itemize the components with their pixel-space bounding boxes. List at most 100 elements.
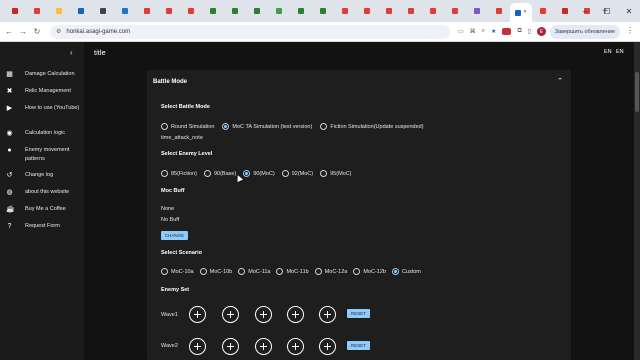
update-button[interactable]: Завершить обновление bbox=[549, 25, 620, 39]
cast-icon[interactable]: ▭ bbox=[458, 28, 464, 35]
browser-tab[interactable] bbox=[488, 3, 510, 19]
sidebar-item[interactable]: ↺ Change log bbox=[0, 172, 84, 180]
radio-button[interactable] bbox=[161, 170, 168, 177]
extensions-puzzle-icon[interactable]: ⧉ bbox=[517, 28, 521, 35]
radio-option[interactable]: MoC-12b bbox=[353, 268, 386, 275]
radio-button[interactable] bbox=[161, 268, 168, 275]
add-enemy-icon[interactable] bbox=[319, 338, 336, 355]
sidebar-item[interactable]: ◍ about this website bbox=[0, 189, 84, 197]
reset-wave-button[interactable]: RESET bbox=[347, 309, 370, 318]
sidebar-item[interactable]: ▦ Damage Calculation bbox=[0, 71, 84, 79]
radio-option[interactable]: MoC-10b bbox=[199, 268, 232, 275]
language-button-2[interactable]: EN bbox=[616, 49, 624, 55]
browser-tab[interactable] bbox=[202, 3, 224, 19]
add-enemy-icon[interactable] bbox=[222, 338, 239, 355]
radio-button[interactable] bbox=[320, 123, 328, 130]
add-enemy-icon[interactable] bbox=[287, 338, 304, 355]
browser-tab[interactable] bbox=[554, 3, 576, 19]
browser-tab[interactable] bbox=[532, 3, 554, 19]
radio-button[interactable] bbox=[276, 268, 284, 275]
radio-button[interactable] bbox=[243, 170, 251, 177]
browser-tab[interactable] bbox=[48, 3, 70, 19]
sidebar-item[interactable]: ? Request Form bbox=[0, 223, 84, 231]
browser-tab[interactable]: ✕ bbox=[510, 3, 532, 22]
radio-option[interactable]: MoC-11b bbox=[276, 268, 309, 275]
reset-wave-button[interactable]: RESET bbox=[347, 341, 370, 350]
radio-option[interactable]: Fiction Simulation(Update suspended) bbox=[320, 123, 424, 130]
sidebar-item[interactable]: ☕ Buy Me a Coffee bbox=[0, 206, 84, 214]
browser-tab[interactable] bbox=[356, 3, 378, 19]
radio-button[interactable] bbox=[203, 170, 211, 177]
maximize-icon[interactable]: ☐ bbox=[596, 7, 618, 16]
browser-tab[interactable] bbox=[334, 3, 356, 19]
radio-button[interactable] bbox=[353, 268, 361, 275]
sidebar-item[interactable]: ✖ Relic Management bbox=[0, 88, 84, 96]
browser-tab[interactable] bbox=[444, 3, 466, 19]
browser-tab[interactable] bbox=[158, 3, 180, 19]
browser-tab[interactable] bbox=[466, 3, 488, 19]
add-enemy-icon[interactable] bbox=[319, 306, 336, 323]
page-scrollbar[interactable] bbox=[634, 42, 640, 360]
add-enemy-icon[interactable] bbox=[255, 306, 272, 323]
browser-tab[interactable] bbox=[378, 3, 400, 19]
radio-option[interactable]: 90(Base) bbox=[203, 170, 236, 177]
menu-kebab-icon[interactable]: ⋮ bbox=[626, 26, 634, 35]
browser-tab[interactable] bbox=[92, 3, 114, 19]
add-enemy-icon[interactable] bbox=[222, 306, 239, 323]
browser-tab[interactable] bbox=[312, 3, 334, 19]
browser-tab[interactable] bbox=[180, 3, 202, 19]
add-enemy-icon[interactable] bbox=[287, 306, 304, 323]
chevron-up-icon[interactable]: ⌃ bbox=[557, 77, 563, 85]
radio-button[interactable] bbox=[222, 123, 230, 130]
forward-icon[interactable]: → bbox=[16, 27, 30, 36]
reload-icon[interactable]: ↻ bbox=[30, 27, 44, 36]
radio-button[interactable] bbox=[161, 123, 168, 130]
zoom-icon[interactable]: ⌕ bbox=[482, 28, 485, 35]
radio-option[interactable]: Round Simulation bbox=[161, 123, 214, 130]
translate-icon[interactable]: ⌘ bbox=[470, 28, 476, 35]
change-buff-button[interactable]: CHANGE bbox=[161, 231, 188, 240]
browser-tab[interactable] bbox=[422, 3, 444, 19]
radio-button[interactable] bbox=[199, 268, 207, 275]
back-icon[interactable]: ← bbox=[2, 27, 16, 36]
browser-tab[interactable] bbox=[136, 3, 158, 19]
radio-option[interactable]: MoC TA Simulation (test version) bbox=[222, 123, 312, 130]
browser-tab[interactable] bbox=[224, 3, 246, 19]
radio-button[interactable] bbox=[238, 268, 246, 275]
browser-tab[interactable] bbox=[246, 3, 268, 19]
browser-tab[interactable] bbox=[26, 3, 48, 19]
radio-option[interactable]: MoC-12a bbox=[314, 268, 347, 275]
extension-red-icon[interactable] bbox=[502, 28, 512, 35]
browser-tab[interactable] bbox=[290, 3, 312, 19]
browser-tab[interactable] bbox=[4, 3, 26, 19]
language-button-1[interactable]: EN bbox=[604, 49, 612, 55]
radio-option[interactable]: MoC-11a bbox=[238, 268, 270, 275]
close-window-icon[interactable]: ✕ bbox=[618, 7, 640, 16]
bookmark-star-icon[interactable]: ★ bbox=[491, 28, 496, 35]
address-bar[interactable]: ⚙ honkai.asagi-game.com bbox=[50, 24, 450, 39]
sidebar-item[interactable]: ◉ Calculation logic bbox=[0, 130, 84, 138]
add-enemy-icon[interactable] bbox=[189, 338, 206, 355]
browser-tab[interactable] bbox=[268, 3, 290, 19]
scrollbar-thumb[interactable] bbox=[635, 72, 639, 112]
radio-option[interactable]: 85(Fiction) bbox=[161, 170, 197, 177]
sidebar-item[interactable]: ● Enemy movement patterns bbox=[0, 147, 84, 163]
site-info-icon[interactable]: ⚙ bbox=[56, 28, 61, 35]
sidebar-item[interactable]: ▶ How to use (YouTube) bbox=[0, 105, 84, 113]
radio-option[interactable]: 92(MoC) bbox=[281, 170, 313, 177]
radio-button[interactable] bbox=[314, 268, 322, 275]
close-tab-icon[interactable]: ✕ bbox=[523, 10, 527, 15]
add-enemy-icon[interactable] bbox=[189, 306, 206, 323]
browser-tab[interactable] bbox=[114, 3, 136, 19]
browser-tab[interactable] bbox=[70, 3, 92, 19]
radio-option[interactable]: Custom bbox=[391, 268, 421, 275]
radio-option[interactable]: 90(MoC) bbox=[243, 170, 275, 177]
add-enemy-icon[interactable] bbox=[255, 338, 272, 355]
minimize-icon[interactable]: – bbox=[574, 7, 596, 16]
radio-button[interactable] bbox=[281, 170, 289, 177]
sidepanel-icon[interactable]: ▯ bbox=[528, 28, 531, 35]
sidebar-collapse-icon[interactable]: ‹ bbox=[70, 48, 73, 57]
avatar[interactable]: E bbox=[537, 27, 547, 36]
browser-tab[interactable] bbox=[400, 3, 422, 19]
radio-button[interactable] bbox=[320, 170, 328, 177]
